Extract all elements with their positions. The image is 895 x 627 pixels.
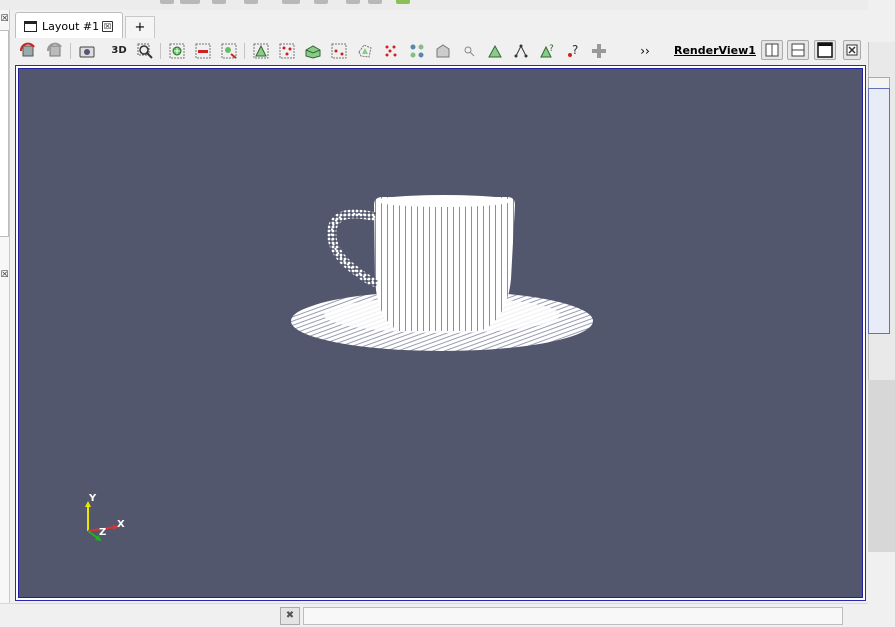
y-axis-label: Y [89,493,97,504]
close-view-icon[interactable] [843,40,861,60]
select-points-on-icon[interactable] [278,42,296,60]
z-axis-label: Z [99,527,107,538]
zoom-to-data-icon[interactable] [220,42,238,60]
render-view-canvas[interactable]: Y X Z [18,68,863,598]
zoom-in-selection-icon[interactable] [168,42,186,60]
teacup-point-cloud [291,195,593,351]
toolbar-icon[interactable] [346,0,360,4]
zoom-out-selection-icon[interactable] [194,42,212,60]
maximize-icon[interactable] [814,40,836,60]
svg-text:?: ? [572,43,578,57]
toolbar-separator [160,43,161,59]
toolbar-icon[interactable] [314,0,328,4]
reset-camera-icon[interactable] [19,42,37,60]
properties-panel[interactable] [868,88,890,334]
select-cells-polygon-icon[interactable] [356,42,374,60]
dock-close-icon[interactable]: ☒ [0,14,9,25]
select-blocks-icon[interactable] [408,42,426,60]
close-tab-icon[interactable]: ☒ [102,20,114,32]
zoom-to-box-icon[interactable] [136,42,154,60]
tab-layout-1[interactable]: Layout #1 ☒ [15,12,123,39]
select-points-polygon-icon[interactable] [382,42,400,60]
tab-label: Layout #1 [42,19,100,33]
split-vertical-icon[interactable] [787,40,809,60]
capture-screenshot-icon[interactable] [78,42,96,60]
toolbar-icon[interactable] [282,0,300,4]
interactive-select-icon[interactable] [434,42,452,60]
hover-cells-icon[interactable] [486,42,504,60]
right-dock-lower [868,380,895,552]
toolbar-separator [70,43,71,59]
more-tools-button[interactable]: ›› [636,42,654,60]
find-data-icon[interactable] [590,42,608,60]
stop-progress-button[interactable]: ✖ [280,607,300,625]
3d-toggle-button[interactable]: 3D [110,42,128,60]
x-axis-label: X [117,519,125,530]
status-bar: ✖ [0,603,868,627]
clear-selection-icon[interactable]: ? [564,42,582,60]
apply-icon[interactable] [396,0,410,4]
layout-tab-bar: Layout #1 ☒ + [10,10,868,39]
render-view-frame: Y X Z [15,65,866,601]
window-icon [24,20,37,32]
render-view-name: RenderView1 [674,44,756,57]
toolbar-separator [244,43,245,59]
select-cells-on-icon[interactable] [252,42,270,60]
svg-text:?: ? [549,44,554,54]
add-layout-tab-button[interactable]: + [125,16,155,39]
view-toolbar: 3D ? ? ›› RenderView1 [10,38,868,64]
select-points-through-icon[interactable] [330,42,348,60]
pipeline-browser-panel[interactable] [0,30,9,237]
progress-field [303,607,843,625]
toolbar-icon[interactable] [368,0,382,4]
toolbar-icon[interactable] [244,0,258,4]
toolbar-icon[interactable] [180,0,200,4]
grow-selection-icon[interactable] [512,42,530,60]
toolbar-icon[interactable] [212,0,226,4]
toolbar-icon[interactable] [160,0,174,4]
hover-points-icon[interactable] [460,42,478,60]
dock-close-icon[interactable]: ☒ [0,270,9,281]
shrink-selection-icon[interactable]: ? [538,42,556,60]
reset-camera-closest-icon[interactable] [46,42,64,60]
split-horizontal-icon[interactable] [761,40,783,60]
select-cells-through-icon[interactable] [304,42,322,60]
